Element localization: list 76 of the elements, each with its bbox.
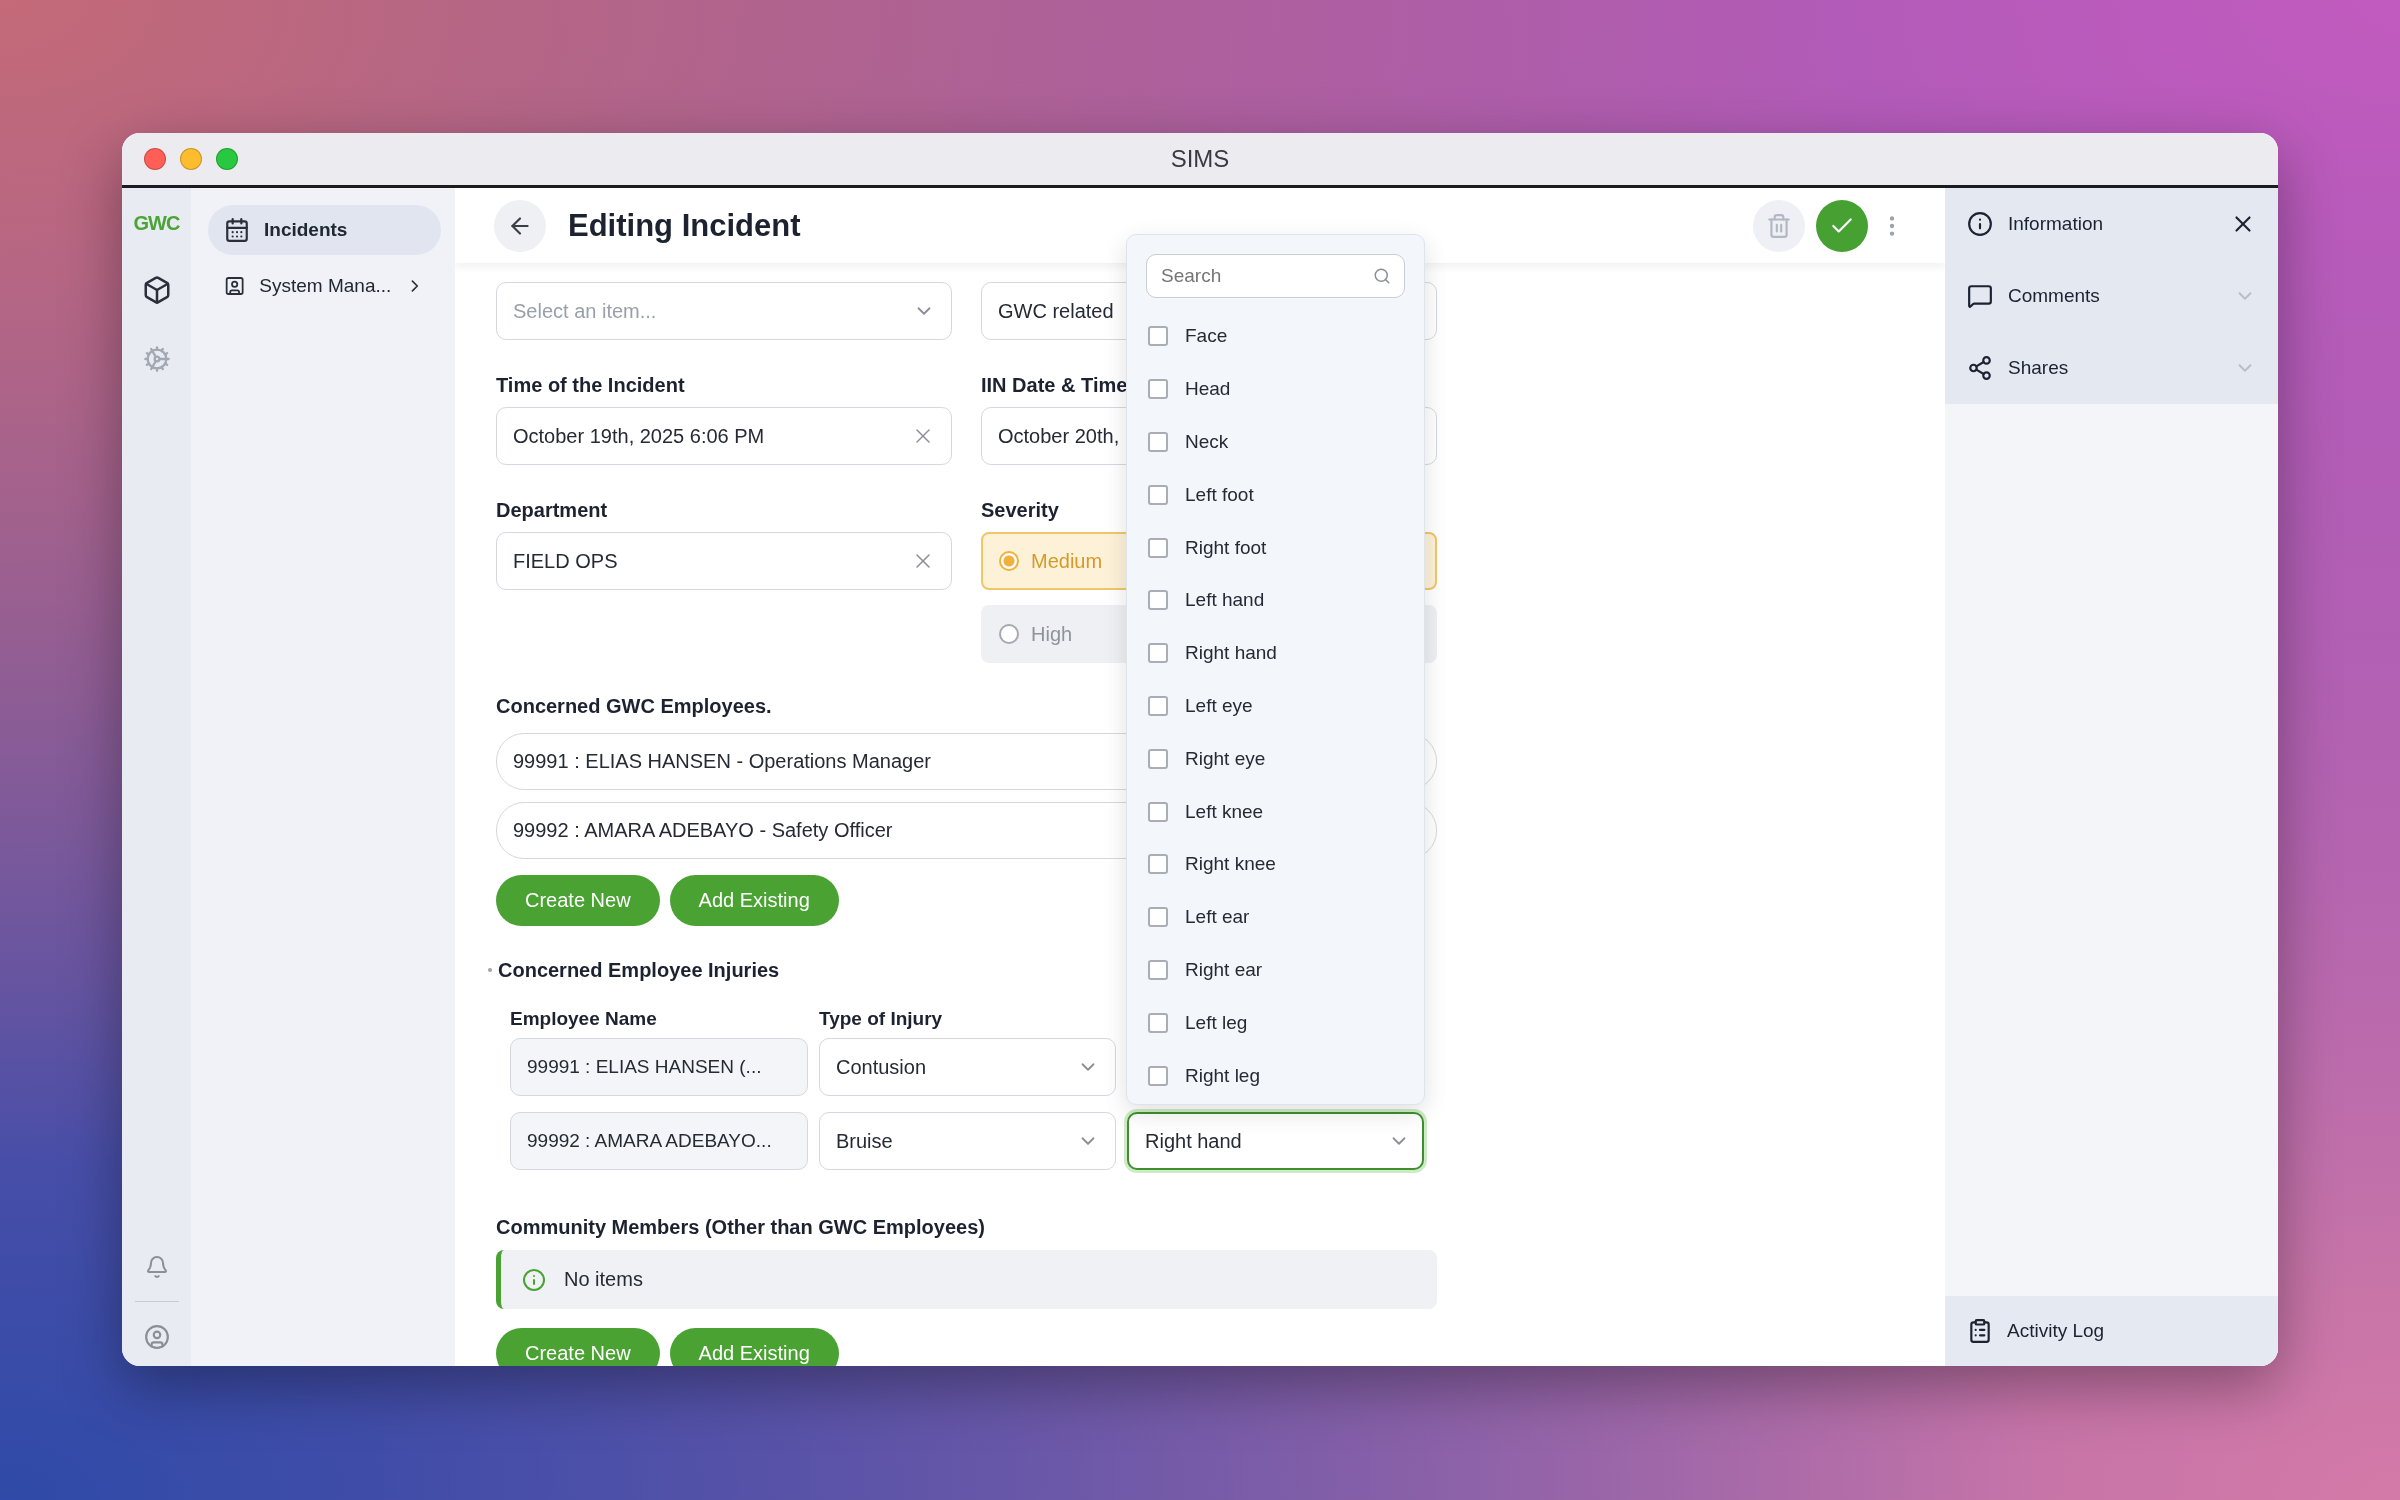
input-field[interactable]: October 19th, 2025 6:06 PM — [496, 407, 952, 465]
page-title: Editing Incident — [568, 207, 802, 244]
dropdown-option[interactable]: Right hand — [1146, 626, 1405, 680]
dropdown-option[interactable]: Left ear — [1146, 890, 1405, 944]
nav-item[interactable]: System Mana... — [208, 261, 441, 311]
checkbox[interactable] — [1148, 907, 1168, 928]
employee-name-field[interactable]: 99991 : ELIAS HANSEN (... — [510, 1038, 808, 1096]
user-icon[interactable] — [143, 1324, 170, 1350]
bell-icon[interactable] — [144, 1255, 169, 1279]
dot-icon — [488, 968, 492, 972]
checkbox[interactable] — [1148, 379, 1168, 400]
section-title: Concerned GWC Employees. — [496, 694, 772, 718]
save-button[interactable] — [1816, 199, 1868, 252]
panel-section[interactable]: Information — [1945, 188, 2278, 260]
gear-icon[interactable] — [142, 345, 171, 373]
nav-label: System Mana... — [259, 275, 392, 297]
checkbox[interactable] — [1148, 326, 1168, 347]
nav-label: Incidents — [264, 219, 349, 241]
field-label: Time of the Incident — [496, 373, 685, 397]
nav-item[interactable]: Incidents — [208, 205, 441, 255]
trash-icon — [1766, 212, 1792, 239]
dropdown-option[interactable]: Left hand — [1146, 574, 1405, 627]
checkbox[interactable] — [1148, 1065, 1168, 1086]
employee-name-field[interactable]: 99992 : AMARA ADEBAYO... — [510, 1112, 808, 1170]
dropdown-option[interactable]: Face — [1146, 310, 1405, 363]
checkbox[interactable] — [1148, 643, 1168, 664]
field-label: Department — [496, 498, 608, 522]
field-label: IIN Date & Time — [981, 373, 1128, 397]
section-title: Concerned Employee Injuries — [498, 958, 780, 982]
column-header: Employee Name — [510, 1008, 658, 1030]
injury-type-select[interactable]: Contusion — [819, 1038, 1116, 1096]
calendar-icon — [224, 217, 250, 243]
section-label: Shares — [2008, 357, 2070, 379]
maximize-window-button[interactable] — [216, 148, 238, 170]
dropdown-option[interactable]: Head — [1146, 362, 1405, 416]
section-label: Information — [2008, 213, 2105, 235]
dropdown-option[interactable]: Right eye — [1146, 732, 1405, 786]
dropdown-option[interactable]: Right leg — [1146, 1049, 1405, 1102]
info-icon — [522, 1267, 546, 1292]
checkbox[interactable] — [1148, 537, 1168, 558]
share-icon — [1967, 355, 1993, 381]
column-header: Type of Injury — [819, 1008, 944, 1030]
panel-section[interactable]: Comments — [1945, 260, 2278, 332]
checkbox[interactable] — [1148, 748, 1168, 769]
clipboard-icon — [1967, 1318, 1993, 1344]
dropdown-option[interactable]: Right foot — [1146, 521, 1405, 574]
checkbox[interactable] — [1148, 590, 1168, 611]
notice-text: No items — [564, 1268, 643, 1291]
injury-type-select[interactable]: Bruise — [819, 1112, 1116, 1170]
checkbox[interactable] — [1148, 801, 1168, 822]
dropdown-option[interactable]: Left leg — [1146, 996, 1405, 1050]
activity-log-button[interactable]: Activity Log — [1945, 1296, 2278, 1366]
logo: GWC — [133, 212, 180, 235]
section-title: Community Members (Other than GWC Employees) — [496, 1215, 985, 1239]
section-label: Comments — [2008, 285, 2101, 307]
panel-section[interactable]: Shares — [1945, 332, 2278, 404]
window-title: SIMS — [1170, 145, 1230, 173]
close-window-button[interactable] — [144, 148, 166, 170]
dropdown-option[interactable]: Right ear — [1146, 943, 1405, 997]
checkbox[interactable] — [1148, 484, 1168, 505]
input-field[interactable]: FIELD OPS — [496, 532, 952, 590]
checkbox[interactable] — [1148, 959, 1168, 980]
minimize-window-button[interactable] — [180, 148, 202, 170]
dropdown-option[interactable]: Left eye — [1146, 679, 1405, 733]
search-icon — [1373, 267, 1391, 285]
field-label: Severity — [981, 498, 1059, 522]
checkbox[interactable] — [1148, 1012, 1168, 1033]
checkbox[interactable] — [1148, 854, 1168, 875]
body-part-select[interactable]: Right hand — [1127, 1112, 1424, 1170]
checkbox[interactable] — [1148, 695, 1168, 716]
search-field[interactable]: Search — [1146, 254, 1405, 298]
info-icon — [1967, 211, 1993, 237]
dropdown-option[interactable]: Neck — [1146, 415, 1405, 469]
comment-icon — [1967, 283, 1993, 309]
dropdown-option[interactable]: Left foot — [1146, 468, 1405, 522]
checkbox[interactable] — [1148, 432, 1168, 452]
